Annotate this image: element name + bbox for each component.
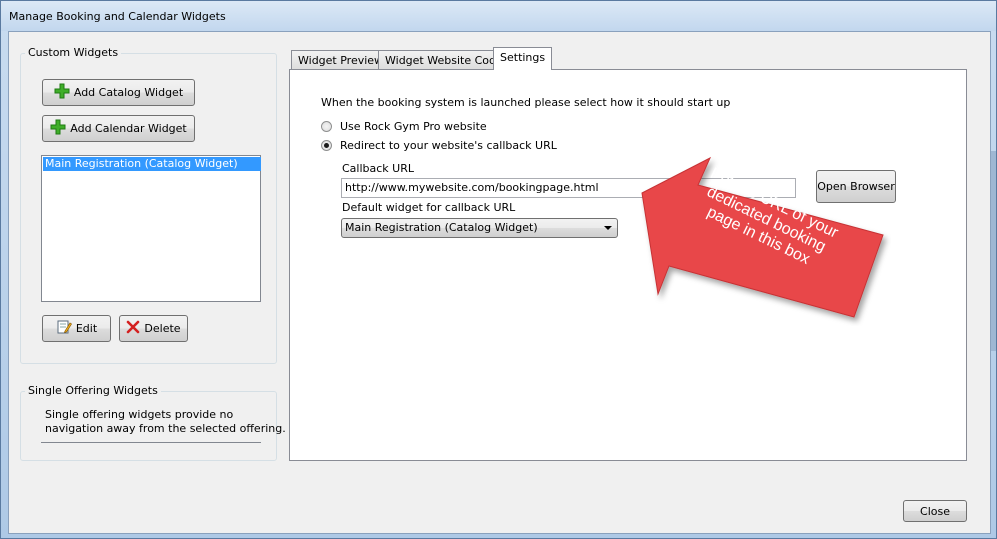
chevron-down-icon <box>604 226 612 230</box>
list-item[interactable]: Main Registration (Catalog Widget) <box>43 157 261 171</box>
callback-url-label: Callback URL <box>342 162 414 175</box>
tab-widget-website-code[interactable]: Widget Website Code <box>378 50 510 70</box>
edit-page-icon <box>56 319 72 338</box>
add-catalog-widget-label: Add Catalog Widget <box>73 86 184 99</box>
add-calendar-widget-button[interactable]: Add Calendar Widget <box>42 115 195 142</box>
custom-widgets-title: Custom Widgets <box>25 46 122 59</box>
tab-widget-preview-label: Widget Preview <box>298 54 384 67</box>
delete-button[interactable]: Delete <box>119 315 188 342</box>
radio-use-rgp[interactable] <box>321 121 332 132</box>
radio-use-rgp-label[interactable]: Use Rock Gym Pro website <box>340 120 487 133</box>
window-title: Manage Booking and Calendar Widgets <box>9 10 226 23</box>
add-catalog-widget-button[interactable]: Add Catalog Widget <box>42 79 195 106</box>
close-button[interactable]: Close <box>903 500 967 522</box>
delete-label: Delete <box>144 322 181 335</box>
default-widget-select[interactable]: Main Registration (Catalog Widget) <box>341 218 618 238</box>
tab-settings[interactable]: Settings <box>493 47 553 70</box>
startup-prompt: When the booking system is launched plea… <box>321 96 731 109</box>
add-calendar-widget-label: Add Calendar Widget <box>70 122 187 135</box>
dialog-window: Manage Booking and Calendar Widgets Cust… <box>0 0 997 539</box>
custom-widgets-list[interactable]: Main Registration (Catalog Widget) <box>41 155 261 302</box>
tab-settings-label: Settings <box>500 51 546 64</box>
close-label: Close <box>920 504 950 518</box>
radio-redirect-callback-label[interactable]: Redirect to your website's callback URL <box>340 139 557 152</box>
default-widget-value: Main Registration (Catalog Widget) <box>345 221 538 234</box>
radio-redirect-callback[interactable] <box>321 140 332 151</box>
default-widget-label: Default widget for callback URL <box>342 201 516 214</box>
red-x-icon <box>126 320 140 337</box>
single-offering-description-line2: navigation away from the selected offeri… <box>45 422 286 435</box>
green-plus-icon <box>50 119 66 138</box>
green-plus-icon <box>54 83 70 102</box>
single-offering-list-edge <box>41 442 261 443</box>
tab-widget-website-code-label: Widget Website Code <box>385 54 503 67</box>
edit-label: Edit <box>75 322 98 335</box>
single-offering-title: Single Offering Widgets <box>25 384 161 397</box>
edit-button[interactable]: Edit <box>42 315 111 342</box>
callback-url-value: http://www.mywebsite.com/bookingpage.htm… <box>345 181 599 194</box>
title-bar[interactable]: Manage Booking and Calendar Widgets <box>1 1 996 31</box>
single-offering-description-line1: Single offering widgets provide no <box>45 408 234 421</box>
tab-widget-preview[interactable]: Widget Preview <box>291 50 391 70</box>
